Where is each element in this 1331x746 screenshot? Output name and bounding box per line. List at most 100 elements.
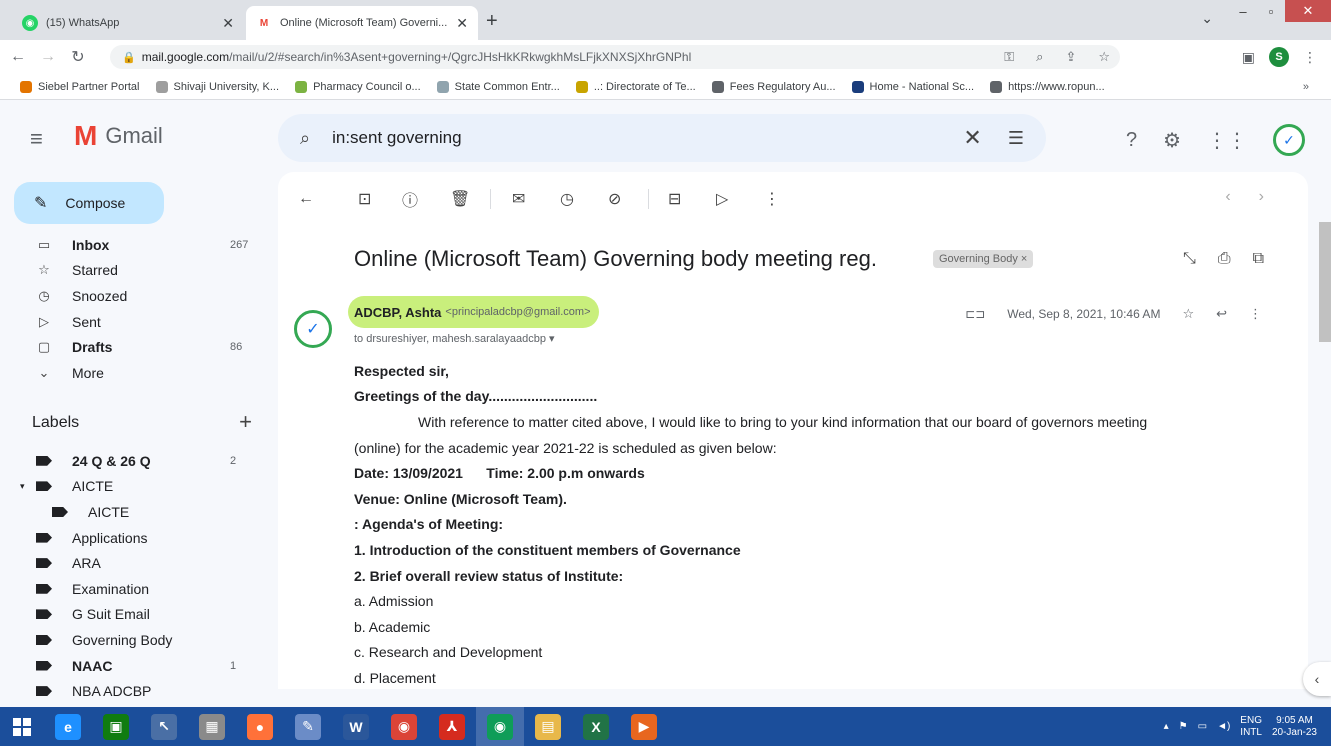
- star-message-icon[interactable]: ☆: [1182, 306, 1194, 322]
- profile-avatar[interactable]: S: [1269, 47, 1289, 67]
- compose-button[interactable]: ✎ Compose: [14, 182, 164, 224]
- sidebar-item-inbox[interactable]: ▭ Inbox 267: [0, 232, 270, 258]
- reload-icon[interactable]: ↻: [66, 47, 90, 67]
- sidebar-item-snoozed[interactable]: ◷ Snoozed: [0, 283, 270, 309]
- bookmark-item[interactable]: Home - National Sc...: [851, 80, 974, 93]
- taskbar-app[interactable]: ▶: [620, 707, 668, 746]
- side-panel-icon[interactable]: ▣: [1242, 49, 1255, 66]
- label-item[interactable]: ARA: [0, 550, 270, 576]
- main-menu-icon[interactable]: ≡: [30, 126, 43, 152]
- label-item[interactable]: G Suit Email: [0, 602, 270, 628]
- zoom-icon[interactable]: ⌕: [1036, 49, 1043, 65]
- tab-search-icon[interactable]: ⌄: [1201, 10, 1213, 27]
- taskbar-app[interactable]: ●: [236, 707, 284, 746]
- search-input[interactable]: in:sent governing: [332, 128, 963, 148]
- taskbar-app[interactable]: W: [332, 707, 380, 746]
- collapse-all-icon[interactable]: ⤡: [1183, 250, 1196, 268]
- label-item[interactable]: Examination: [0, 576, 270, 602]
- apps-grid-icon[interactable]: ⋮⋮: [1207, 128, 1247, 153]
- tray-overflow-icon[interactable]: ▴: [1164, 721, 1169, 732]
- tab-whatsapp[interactable]: ◉ (15) WhatsApp ✕: [12, 6, 244, 40]
- sidebar-item-sent[interactable]: ▷ Sent: [0, 309, 270, 335]
- taskbar-app[interactable]: ✎: [284, 707, 332, 746]
- message-more-icon[interactable]: ⋮: [1249, 306, 1262, 322]
- settings-gear-icon[interactable]: ⚙: [1163, 128, 1181, 153]
- label-item[interactable]: Applications: [0, 525, 270, 551]
- bookmark-item[interactable]: Siebel Partner Portal: [20, 80, 140, 93]
- close-tab-icon[interactable]: ✕: [222, 15, 234, 32]
- volume-icon[interactable]: ◄): [1217, 721, 1230, 732]
- url-input[interactable]: 🔒 mail.google.com /mail/u/2/#search/in%3…: [110, 45, 1120, 69]
- clear-search-icon[interactable]: ✕: [963, 125, 981, 151]
- taskbar-app[interactable]: ◉: [476, 707, 524, 746]
- flag-icon[interactable]: ⚑: [1179, 721, 1188, 732]
- label-item[interactable]: NAAC 1: [0, 653, 270, 679]
- minimize-icon[interactable]: –: [1229, 0, 1257, 22]
- newer-icon[interactable]: ‹: [1225, 188, 1230, 206]
- search-bar[interactable]: ⌕ in:sent governing ✕ ☰: [278, 114, 1046, 162]
- taskbar-app[interactable]: ▦: [188, 707, 236, 746]
- expand-caret-icon[interactable]: ▾: [20, 481, 25, 492]
- search-options-icon[interactable]: ☰: [1008, 128, 1024, 149]
- show-side-panel-icon[interactable]: ‹: [1303, 662, 1331, 696]
- add-label-button[interactable]: +: [239, 411, 252, 433]
- taskbar-app[interactable]: ◉: [380, 707, 428, 746]
- taskbar-app[interactable]: X: [572, 707, 620, 746]
- label-chip[interactable]: Governing Body ×: [933, 250, 1034, 268]
- add-task-icon[interactable]: ⊘: [608, 189, 621, 209]
- gmail-logo[interactable]: M Gmail: [74, 122, 163, 150]
- label-item[interactable]: Governing Body: [0, 627, 270, 653]
- sidebar-item-drafts[interactable]: ▢ Drafts 86: [0, 334, 270, 360]
- bookmark-item[interactable]: State Common Entr...: [436, 80, 560, 93]
- browser-menu-icon[interactable]: ⋮: [1303, 49, 1317, 66]
- report-spam-icon[interactable]: ⓘ: [402, 187, 418, 211]
- search-icon[interactable]: ⌕: [300, 128, 310, 149]
- reply-icon[interactable]: ↩: [1216, 306, 1227, 322]
- tab-gmail[interactable]: M Online (Microsoft Team) Governi... ✕: [246, 6, 478, 40]
- label-icon[interactable]: ▷: [716, 189, 728, 209]
- bookmark-item[interactable]: Shivaji University, K...: [155, 80, 279, 93]
- share-icon[interactable]: ⇪: [1065, 49, 1076, 65]
- sender-name[interactable]: ADCBP, Ashta: [354, 305, 441, 320]
- archive-icon[interactable]: ⊡: [358, 189, 371, 209]
- sidebar-item-more[interactable]: ⌄ More: [0, 360, 270, 386]
- older-icon[interactable]: ›: [1259, 188, 1264, 206]
- open-new-window-icon[interactable]: ⧉: [1253, 250, 1264, 268]
- print-icon[interactable]: ⎙: [1218, 250, 1231, 268]
- taskbar-app[interactable]: ⅄: [428, 707, 476, 746]
- password-key-icon[interactable]: ⚿: [1004, 49, 1014, 65]
- account-avatar[interactable]: ✓: [1273, 124, 1305, 156]
- maximize-icon[interactable]: ▫: [1257, 0, 1285, 22]
- scrollbar-thumb[interactable]: [1319, 222, 1331, 342]
- label-item[interactable]: 24 Q & 26 Q 2: [0, 448, 270, 474]
- bookmark-item[interactable]: Pharmacy Council o...: [295, 80, 421, 93]
- mark-unread-icon[interactable]: ✉: [512, 189, 525, 209]
- close-tab-icon[interactable]: ✕: [456, 15, 468, 32]
- recipients[interactable]: to drsureshiyer, mahesh.saralayaadcbp ▾: [354, 332, 555, 345]
- snooze-icon[interactable]: ◷: [560, 189, 574, 209]
- back-to-results-icon[interactable]: ←: [298, 190, 314, 208]
- bookmarks-overflow-icon[interactable]: »: [1303, 81, 1309, 93]
- back-icon[interactable]: ←: [6, 48, 30, 66]
- label-item[interactable]: AICTE: [0, 499, 270, 525]
- delete-icon[interactable]: 🗑: [450, 189, 470, 209]
- taskbar-app[interactable]: ▣: [92, 707, 140, 746]
- label-item[interactable]: NBA ADCBP: [0, 678, 270, 704]
- help-icon[interactable]: ?: [1126, 129, 1137, 152]
- network-icon[interactable]: ▭: [1198, 721, 1207, 732]
- window-close-icon[interactable]: ✕: [1285, 0, 1331, 22]
- language-indicator[interactable]: ENG INTL: [1240, 715, 1262, 739]
- new-tab-button[interactable]: +: [486, 10, 498, 33]
- clock[interactable]: 9:05 AM 20-Jan-23: [1272, 715, 1317, 739]
- bookmark-item[interactable]: ..: Directorate of Te...: [575, 80, 696, 93]
- label-item[interactable]: ▾ AICTE: [0, 474, 270, 500]
- taskbar-app[interactable]: ▤: [524, 707, 572, 746]
- bookmark-item[interactable]: Fees Regulatory Au...: [711, 80, 836, 93]
- sender-avatar[interactable]: ✓: [294, 310, 332, 348]
- bookmark-star-icon[interactable]: ☆: [1098, 49, 1110, 65]
- taskbar-app[interactable]: e: [44, 707, 92, 746]
- more-options-icon[interactable]: ⋮: [764, 189, 780, 209]
- bookmark-item[interactable]: https://www.ropun...: [990, 80, 1105, 93]
- forward-icon[interactable]: →: [36, 48, 60, 66]
- move-to-icon[interactable]: ⊟: [668, 189, 681, 209]
